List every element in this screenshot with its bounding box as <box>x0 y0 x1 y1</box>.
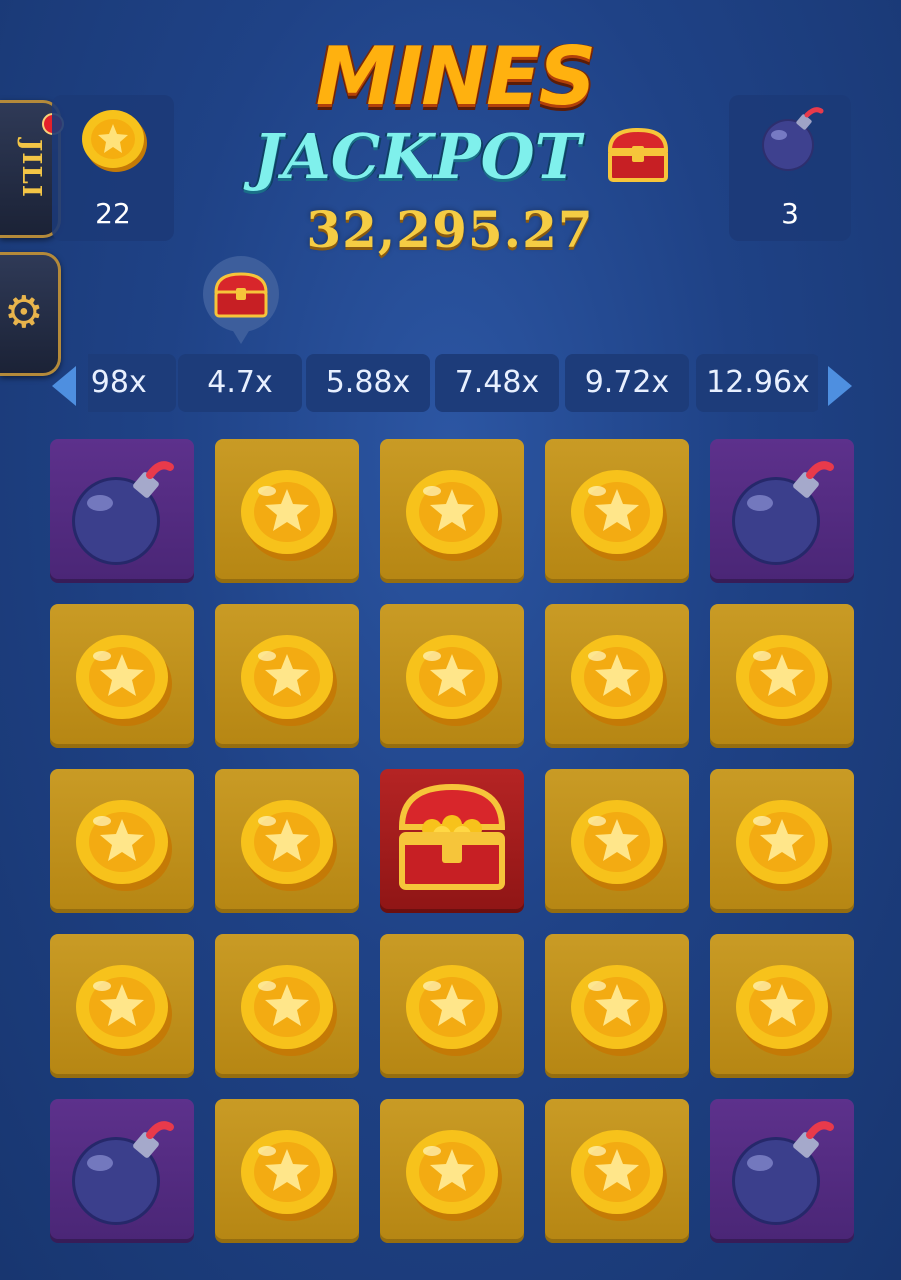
grid-tile-coin[interactable] <box>215 769 359 913</box>
grid-tile-coin[interactable] <box>545 439 689 583</box>
bomb-icon <box>762 107 824 171</box>
grid-tile-coin[interactable] <box>50 769 194 913</box>
grid-tile-coin[interactable] <box>545 604 689 748</box>
grid-tile-coin[interactable] <box>380 439 524 583</box>
grid-tile-coin[interactable] <box>380 604 524 748</box>
grid-tile-coin[interactable] <box>215 439 359 583</box>
grid-tile-coin[interactable] <box>50 604 194 748</box>
bomb-icon <box>732 461 834 565</box>
grid-tile-coin[interactable] <box>215 1099 359 1243</box>
grid-tile-bomb[interactable] <box>710 1099 854 1243</box>
coin-icon <box>571 800 667 891</box>
brand-logo: JILI <box>16 138 46 198</box>
grid-tile-coin[interactable] <box>545 769 689 913</box>
coin-icon <box>241 965 337 1056</box>
grid-tile-coin[interactable] <box>710 934 854 1078</box>
coin-icon <box>736 965 832 1056</box>
settings-button[interactable]: ⚙ <box>0 252 61 376</box>
coin-icon <box>736 635 832 726</box>
multiplier-chip: 5.88x <box>306 354 430 412</box>
coin-icon <box>76 635 172 726</box>
gear-icon: ⚙ <box>4 287 44 338</box>
multiplier-strip: .98x 4.7x 5.88x 7.48x 9.72x 12.96x <box>88 354 818 414</box>
grid-tile-coin[interactable] <box>215 604 359 748</box>
coin-icon <box>571 470 667 561</box>
coin-icon <box>736 800 832 891</box>
bomb-icon <box>72 1121 174 1225</box>
grid-tile-bomb[interactable] <box>50 439 194 583</box>
scroll-left-arrow-icon[interactable] <box>52 366 76 406</box>
multiplier-chip: 4.7x <box>178 354 302 412</box>
coin-counter: 22 <box>52 95 174 241</box>
grid-tile-coin[interactable] <box>50 934 194 1078</box>
treasure-chest-icon <box>607 127 669 182</box>
grid-tile-bomb[interactable] <box>710 439 854 583</box>
grid-tile-coin[interactable] <box>380 1099 524 1243</box>
coin-icon <box>76 800 172 891</box>
bomb-icon <box>732 1121 834 1225</box>
coin-icon <box>82 110 147 172</box>
grid-tile-coin[interactable] <box>545 1099 689 1243</box>
coin-icon <box>571 635 667 726</box>
grid-tile-chest[interactable] <box>380 769 524 913</box>
coin-count: 22 <box>95 197 131 230</box>
coin-icon <box>571 1130 667 1221</box>
grid-tile-coin[interactable] <box>215 934 359 1078</box>
multiplier-chip: .98x <box>88 354 176 412</box>
position-marker <box>203 256 279 344</box>
bomb-count: 3 <box>781 197 799 230</box>
coin-icon <box>241 635 337 726</box>
coin-icon <box>406 470 502 561</box>
grid-tile-bomb[interactable] <box>50 1099 194 1243</box>
grid-tile-coin[interactable] <box>545 934 689 1078</box>
grid-tile-coin[interactable] <box>710 604 854 748</box>
coin-icon <box>241 470 337 561</box>
coin-icon <box>406 635 502 726</box>
treasure-chest-icon <box>398 783 506 890</box>
bomb-icon <box>72 461 174 565</box>
multiplier-chip: 9.72x <box>565 354 689 412</box>
grid-tile-coin[interactable] <box>380 934 524 1078</box>
multiplier-chip: 7.48x <box>435 354 559 412</box>
game-title-jackpot: JACKPOT <box>253 120 581 193</box>
scroll-right-arrow-icon[interactable] <box>828 366 852 406</box>
coin-icon <box>406 1130 502 1221</box>
coin-icon <box>406 965 502 1056</box>
game-title-mines: MINES <box>315 30 597 123</box>
multiplier-chip: 12.96x <box>696 354 818 412</box>
grid-tile-coin[interactable] <box>710 769 854 913</box>
bomb-counter: 3 <box>729 95 851 241</box>
jackpot-amount: 32,295.27 <box>306 200 594 259</box>
treasure-chest-icon <box>214 272 268 318</box>
coin-icon <box>241 800 337 891</box>
coin-icon <box>76 965 172 1056</box>
coin-icon <box>241 1130 337 1221</box>
coin-icon <box>571 965 667 1056</box>
